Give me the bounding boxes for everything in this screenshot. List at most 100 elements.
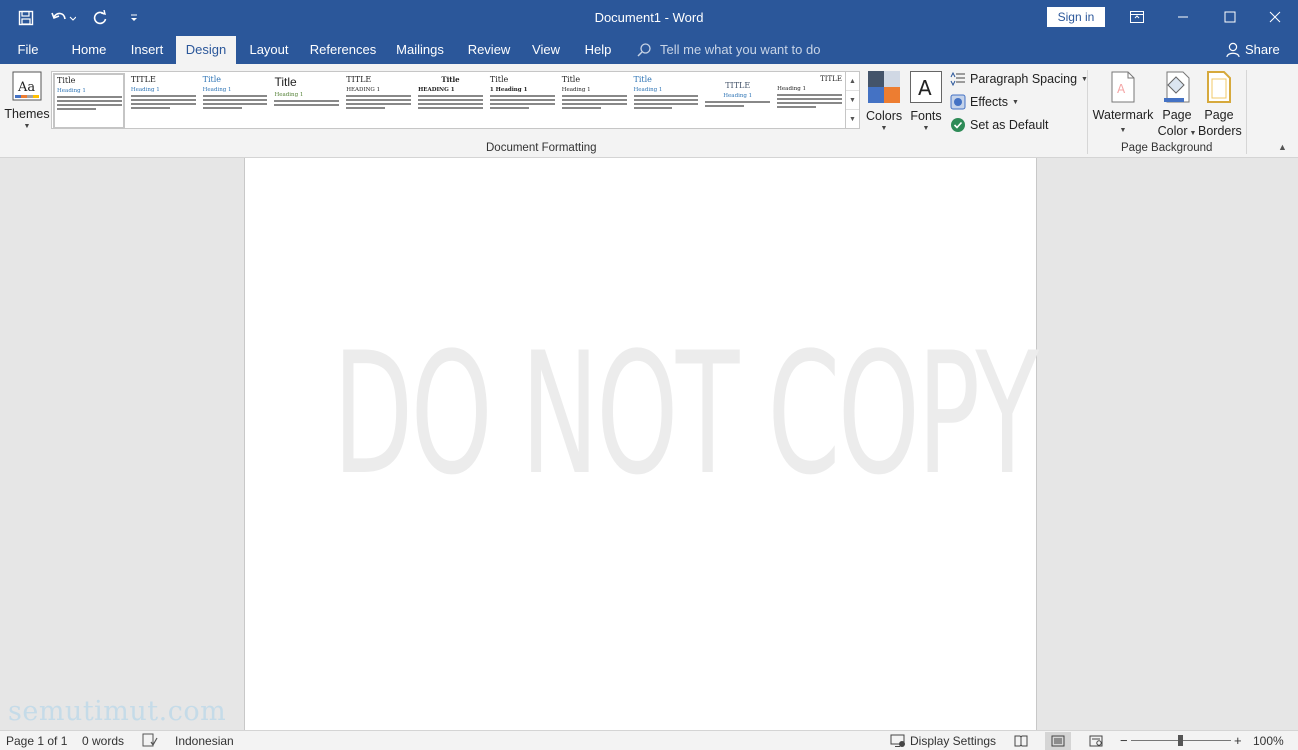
gallery-more-icon[interactable]: ▼ xyxy=(846,110,859,129)
chevron-down-icon: ▼ xyxy=(23,123,31,130)
style-set-title: Title xyxy=(489,75,509,84)
style-set-item[interactable]: TITLE Heading 1 xyxy=(127,72,199,128)
minimize-icon[interactable] xyxy=(1160,0,1206,34)
web-layout-icon[interactable] xyxy=(1083,732,1109,750)
chevron-down-icon: ▼ xyxy=(880,125,888,132)
style-set-item[interactable]: TITLE Heading 1 xyxy=(701,72,773,128)
style-set-heading: Heading 1 xyxy=(633,87,663,93)
style-set-gallery[interactable]: Title Heading 1 TITLE Heading 1 Title He… xyxy=(51,71,846,129)
maximize-icon[interactable] xyxy=(1207,0,1253,34)
style-set-title: TITLE xyxy=(130,75,156,84)
tab-help[interactable]: Help xyxy=(578,36,618,64)
themes-button[interactable]: Aa Themes ▼ xyxy=(4,70,50,130)
style-set-heading: HEADING 1 xyxy=(346,87,381,93)
document-page[interactable]: DO NOT COPY xyxy=(244,158,1039,730)
page-borders-button[interactable]: Page Borders xyxy=(1198,71,1242,139)
tab-home[interactable]: Home xyxy=(64,36,114,64)
group-divider xyxy=(1246,70,1247,154)
checkmark-icon xyxy=(951,118,965,132)
chevron-down-icon: ▼ xyxy=(1119,127,1127,134)
share-label: Share xyxy=(1245,42,1280,57)
tab-file[interactable]: File xyxy=(8,36,48,64)
tab-layout[interactable]: Layout xyxy=(242,36,296,64)
display-settings-button[interactable]: Display Settings xyxy=(890,733,996,749)
word-count[interactable]: 0 words xyxy=(82,733,124,749)
fonts-button[interactable]: A Fonts ▼ xyxy=(908,71,944,132)
document-formatting-group-label: Document Formatting xyxy=(486,142,597,154)
document-workspace: DO NOT COPY semutimut.com xyxy=(0,158,1298,730)
print-layout-icon[interactable] xyxy=(1045,732,1071,750)
status-bar: Page 1 of 1 0 words Indonesian Display S… xyxy=(0,730,1298,750)
style-set-item[interactable]: Title Heading 1 xyxy=(53,73,125,129)
tell-me-box[interactable]: Tell me what you want to do xyxy=(636,36,820,64)
page-borders-icon xyxy=(1207,71,1231,103)
tab-review[interactable]: Review xyxy=(462,36,516,64)
gallery-scroll-down-icon[interactable]: ▼ xyxy=(846,91,859,110)
ribbon-tabs: File Home Insert Design Layout Reference… xyxy=(0,36,1298,64)
effects-button[interactable]: Effects ▼ xyxy=(950,91,1019,113)
style-set-item[interactable]: TITLE Heading 1 xyxy=(773,72,845,128)
language[interactable]: Indonesian xyxy=(175,733,234,749)
gallery-scroll: ▲ ▼ ▼ xyxy=(846,71,860,129)
style-set-heading: Heading 1 xyxy=(130,87,160,93)
style-set-heading: Heading 1 xyxy=(57,88,86,94)
ribbon: Aa Themes ▼ Title Heading 1 TITLE Headin… xyxy=(0,64,1298,158)
watermark-button[interactable]: A Watermark ▼ xyxy=(1092,71,1154,139)
tab-design[interactable]: Design xyxy=(176,36,236,64)
ribbon-display-options-icon[interactable] xyxy=(1114,0,1160,34)
close-icon[interactable] xyxy=(1252,0,1298,34)
chevron-down-icon: ▼ xyxy=(1011,98,1019,106)
read-mode-icon[interactable] xyxy=(1008,732,1034,750)
collapse-ribbon-icon[interactable]: ▲ xyxy=(1278,142,1287,152)
zoom-in-icon[interactable]: + xyxy=(1234,733,1242,749)
style-set-title: Title xyxy=(274,75,297,89)
colors-button[interactable]: Colors ▼ xyxy=(866,71,902,132)
watermark-label: Watermark xyxy=(1092,108,1154,122)
fonts-icon: A xyxy=(910,71,942,103)
page-watermark: DO NOT COPY xyxy=(333,316,1039,512)
page-borders-label-line2: Borders xyxy=(1198,124,1242,138)
paragraph-spacing-label: Paragraph Spacing xyxy=(970,72,1078,86)
svg-text:A: A xyxy=(1117,82,1126,96)
style-set-title: Title xyxy=(202,75,222,84)
effects-icon xyxy=(950,94,966,110)
chevron-down-icon: ▼ xyxy=(1187,130,1197,137)
style-set-item[interactable]: Title HEADING 1 xyxy=(414,72,486,128)
page-color-button[interactable]: Page Color ▼ xyxy=(1156,71,1198,142)
themes-icon-text: Aa xyxy=(17,80,35,95)
set-as-default-label: Set as Default xyxy=(970,118,1049,132)
style-set-title: TITLE xyxy=(725,81,751,90)
tab-insert[interactable]: Insert xyxy=(124,36,170,64)
paragraph-spacing-icon xyxy=(950,71,965,87)
page-color-label-line1: Page xyxy=(1162,108,1192,122)
colors-icon xyxy=(868,71,900,103)
style-set-heading: Heading 1 xyxy=(723,93,753,99)
tab-mailings[interactable]: Mailings xyxy=(390,36,450,64)
share-button[interactable]: Share xyxy=(1226,36,1280,64)
zoom-slider-thumb[interactable] xyxy=(1178,735,1183,746)
colors-label: Colors xyxy=(866,109,903,123)
display-settings-label: Display Settings xyxy=(910,734,997,748)
style-set-item[interactable]: Title Heading 1 xyxy=(558,72,630,128)
style-set-item[interactable]: TITLE HEADING 1 xyxy=(342,72,414,128)
page-color-label-line2: Color xyxy=(1157,124,1188,138)
style-set-item[interactable]: Title Heading 1 xyxy=(630,72,702,128)
zoom-out-icon[interactable]: − xyxy=(1120,733,1128,749)
tab-references[interactable]: References xyxy=(304,36,382,64)
style-set-item[interactable]: Title 1 Heading 1 xyxy=(486,72,558,128)
gallery-scroll-up-icon[interactable]: ▲ xyxy=(846,72,859,91)
style-set-item[interactable]: Title Heading 1 xyxy=(199,72,271,128)
zoom-level[interactable]: 100% xyxy=(1253,733,1284,749)
sign-in-button[interactable]: Sign in xyxy=(1047,7,1105,27)
set-as-default-button[interactable]: Set as Default xyxy=(950,114,1049,136)
themes-label: Themes xyxy=(4,107,50,121)
effects-label: Effects xyxy=(970,95,1008,109)
style-set-heading: Heading 1 xyxy=(561,87,591,93)
tell-me-placeholder: Tell me what you want to do xyxy=(660,42,821,57)
display-settings-icon xyxy=(890,734,905,747)
page-count[interactable]: Page 1 of 1 xyxy=(6,733,67,749)
style-set-item[interactable]: Title Heading 1 xyxy=(270,72,342,128)
paragraph-spacing-button[interactable]: Paragraph Spacing ▼ xyxy=(950,68,1088,90)
tab-view[interactable]: View xyxy=(526,36,566,64)
proofing-icon[interactable] xyxy=(142,733,158,749)
